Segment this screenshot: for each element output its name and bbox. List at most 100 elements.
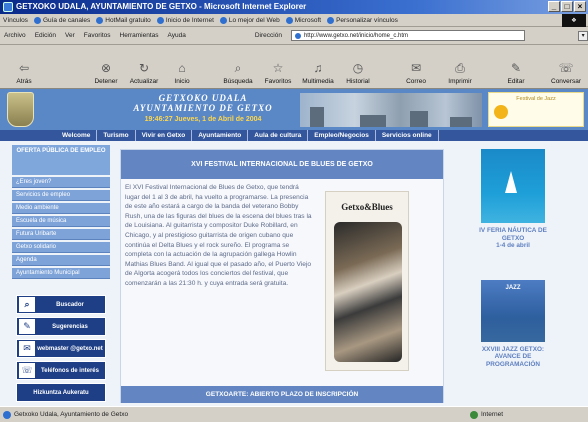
sidebar-item-agenda[interactable]: Agenda xyxy=(12,255,110,266)
menu-bar: Archivo Edición Ver Favoritos Herramient… xyxy=(0,27,588,45)
poster-title: Getxo&Blues xyxy=(341,202,393,212)
globe-icon xyxy=(470,410,478,419)
menu-archivo[interactable]: Archivo xyxy=(4,32,26,39)
site-banner: GETXOKO UDALA AYUNTAMIENTO DE GETXO 19:4… xyxy=(0,89,588,130)
maximize-button[interactable]: □ xyxy=(561,1,573,12)
link-inicio-internet[interactable]: Inicio de Internet xyxy=(156,16,214,24)
nav-vivir-getxo[interactable]: Vivir en Getxo xyxy=(136,130,193,141)
ie-page-icon xyxy=(3,411,11,419)
search-button[interactable]: ⌕ Búsqueda xyxy=(218,49,258,86)
date-time: 19:46:27 Jueves, 1 de Abril de 2004 xyxy=(144,116,262,123)
link-mejor-web[interactable]: Lo mejor del Web xyxy=(219,16,280,24)
menu-herramientas[interactable]: Herramientas xyxy=(120,32,159,39)
menu-edicion[interactable]: Edición xyxy=(35,32,56,39)
sidebar: OFERTA PÚBLICA DE EMPLEO ¿Eres joven? Se… xyxy=(12,145,110,403)
menu-ayuda[interactable]: Ayuda xyxy=(168,32,186,39)
sidebar-item-empleo[interactable]: Servicios de empleo xyxy=(12,190,110,201)
favorites-button[interactable]: ☆ Favoritos xyxy=(258,49,298,85)
right-column: IV FERIA NÁUTICA DE GETXO 1-4 de abril J… xyxy=(474,149,552,403)
status-text: Getxoko Udala, Ayuntamiento de Getxo xyxy=(0,411,400,419)
windows-logo-icon: ❖ xyxy=(562,14,586,28)
window-title: GETXOKO UDALA, AYUNTAMIENTO DE GETXO - M… xyxy=(16,2,307,11)
jazz-getxo-image[interactable]: JAZZ xyxy=(481,279,545,342)
edit-button[interactable]: ✎ Editar xyxy=(496,49,536,85)
sidebar-item-medio-ambiente[interactable]: Medio ambiente xyxy=(12,203,110,214)
home-icon: ⌂ xyxy=(178,61,186,75)
close-button[interactable]: × xyxy=(574,1,586,12)
nautical-fair-caption[interactable]: IV FERIA NÁUTICA DE GETXO 1-4 de abril xyxy=(474,227,552,250)
links-label: Vínculos xyxy=(3,16,28,24)
jazz-label: JAZZ xyxy=(505,284,521,291)
stop-icon: ⊗ xyxy=(100,61,112,75)
phones-button[interactable]: ☏ Teléfonos de interés xyxy=(16,361,106,380)
address-bar[interactable]: http://www.getxo.net/inicio/home_c.htm xyxy=(290,30,526,41)
link-guia-canales[interactable]: Guía de canales xyxy=(33,16,90,24)
media-button[interactable]: ♫ Multimedia xyxy=(298,49,338,85)
window-title-bar: GETXOKO UDALA, AYUNTAMIENTO DE GETXO - M… xyxy=(0,0,588,14)
main-content: XVI FESTIVAL INTERNACIONAL DE BLUES DE G… xyxy=(120,149,444,403)
ie-page-icon xyxy=(285,16,293,24)
getxoarte-link[interactable]: GETXOARTE: ABIERTO PLAZO DE INSCRIPCIÓN xyxy=(121,386,443,403)
webmaster-button[interactable]: ✉ webmaster @getxo.net xyxy=(16,339,106,358)
banner-photos xyxy=(300,93,482,127)
sidebar-item-joven[interactable]: ¿Eres joven? xyxy=(12,177,110,188)
nav-welcome[interactable]: Welcome xyxy=(56,130,98,141)
nav-ayuntamiento[interactable]: Ayuntamiento xyxy=(192,130,249,141)
menu-favoritos[interactable]: Favoritos xyxy=(84,32,111,39)
mail-button[interactable]: ✉ Correo xyxy=(396,49,436,85)
back-button[interactable]: ⇦ Atrás xyxy=(4,49,44,85)
status-bar: Getxoko Udala, Ayuntamiento de Getxo Int… xyxy=(0,406,588,422)
links-bar: Vínculos Guía de canales HotMail gratuit… xyxy=(0,14,588,28)
blues-poster[interactable]: Getxo&Blues xyxy=(325,191,409,371)
discuss-icon: ☏ xyxy=(558,61,574,75)
sidebar-item-musica[interactable]: Escuela de música xyxy=(12,216,110,227)
nav-aula-cultura[interactable]: Aula de cultura xyxy=(248,130,309,141)
standard-toolbar: ⇦ Atrás ⊗ Detener ↻ Actualizar ⌂ Inicio ⌕ Bús… xyxy=(0,45,588,89)
print-button[interactable]: ⎙ Imprimir xyxy=(440,49,480,86)
sidebar-item-uribarte[interactable]: Futura Uribarte xyxy=(12,229,110,240)
sailboat-icon xyxy=(505,171,517,193)
link-hotmail[interactable]: HotMail gratuito xyxy=(96,16,151,24)
search-site-button[interactable]: ⌕ Buscador xyxy=(16,295,106,314)
stop-button[interactable]: ⊗ Detener xyxy=(86,49,126,85)
ie-page-icon xyxy=(33,16,41,24)
article-heading[interactable]: XVI FESTIVAL INTERNACIONAL DE BLUES DE G… xyxy=(121,150,443,179)
refresh-button[interactable]: ↻ Actualizar xyxy=(124,49,164,85)
window-controls: _ □ × xyxy=(548,1,586,12)
address-label: Dirección xyxy=(254,32,282,39)
web-page: GETXOKO UDALA AYUNTAMIENTO DE GETXO 19:4… xyxy=(0,89,588,406)
nav-turismo[interactable]: Turismo xyxy=(97,130,136,141)
sidebar-item-solidario[interactable]: Getxo solidario xyxy=(12,242,110,253)
sidebar-header[interactable]: OFERTA PÚBLICA DE EMPLEO xyxy=(12,145,110,175)
edit-icon: ✎ xyxy=(510,61,522,75)
internet-explorer-icon xyxy=(3,2,13,12)
link-personalizar[interactable]: Personalizar vínculos xyxy=(327,16,398,24)
jazz-festival-promo[interactable]: Festival de Jazz xyxy=(488,92,584,127)
nav-empleo[interactable]: Empleo/Negocios xyxy=(308,130,376,141)
go-button[interactable]: ▾ xyxy=(578,30,588,41)
language-button[interactable]: Hizkuntza Aukeratu xyxy=(16,383,106,402)
menu-ver[interactable]: Ver xyxy=(65,32,75,39)
nav-servicios-online[interactable]: Servicios online xyxy=(376,130,439,141)
address-value: http://www.getxo.net/inicio/home_c.htm xyxy=(303,32,409,39)
main-nav: Welcome Turismo Vivir en Getxo Ayuntamie… xyxy=(0,130,588,141)
coat-of-arms-logo xyxy=(7,92,34,127)
minimize-button[interactable]: _ xyxy=(548,1,560,12)
history-button[interactable]: ◷ Historial xyxy=(338,49,378,85)
discuss-button[interactable]: ☏ Conversar xyxy=(546,49,586,85)
ie-page-icon xyxy=(219,16,227,24)
star-icon: ☆ xyxy=(272,61,284,75)
pencil-icon: ✎ xyxy=(19,319,35,334)
mail-icon: ✉ xyxy=(410,61,422,75)
site-title: GETXOKO UDALA AYUNTAMIENTO DE GETXO xyxy=(133,93,273,113)
nautical-fair-image[interactable] xyxy=(481,149,545,223)
sidebar-item-ayuntamiento[interactable]: Ayuntamiento Municipal xyxy=(12,268,110,279)
home-button[interactable]: ⌂ Inicio xyxy=(162,49,202,85)
suggestions-button[interactable]: ✎ Sugerencias xyxy=(16,317,106,336)
link-microsoft[interactable]: Microsoft xyxy=(285,16,321,24)
ie-page-icon xyxy=(327,16,335,24)
ie-page-icon xyxy=(294,32,301,39)
jazz-getxo-caption[interactable]: XXVIII JAZZ GETXO: AVANCE DE PROGRAMACIÓ… xyxy=(474,346,552,369)
media-icon: ♫ xyxy=(313,61,323,75)
poster-artwork xyxy=(334,222,402,362)
